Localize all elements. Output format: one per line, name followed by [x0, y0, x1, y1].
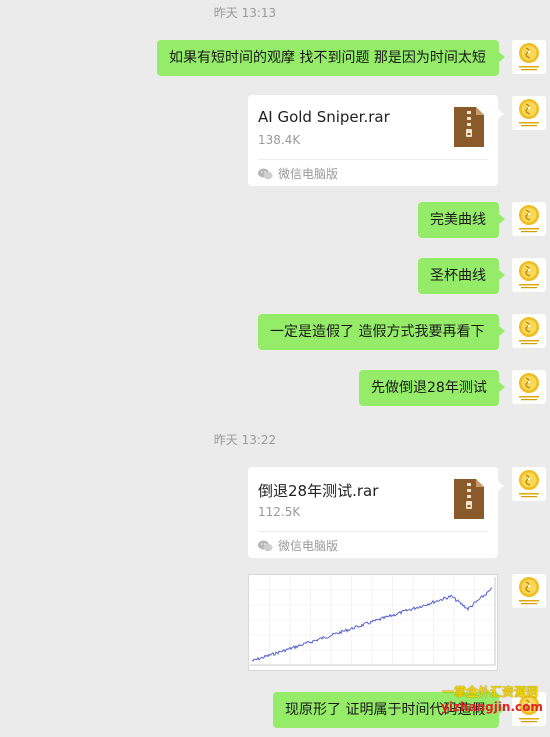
divider: [258, 159, 488, 160]
zip-file-icon: [454, 479, 484, 523]
message-text: 完美曲线: [430, 212, 486, 228]
file-size: 112.5K: [258, 505, 301, 519]
file-source-label: 微信电脑版: [278, 539, 339, 553]
wechat-icon: [258, 540, 273, 551]
avatar[interactable]: [512, 202, 546, 236]
file-message[interactable]: 倒退28年测试.rar 112.5K 微信电脑版: [248, 467, 504, 558]
file-source-label: 微信电脑版: [278, 167, 339, 181]
divider: [258, 531, 488, 532]
avatar[interactable]: [512, 40, 546, 74]
zip-file-icon: [454, 107, 484, 151]
chat-bubble-self[interactable]: 完美曲线: [418, 202, 505, 238]
chat-bubble-self[interactable]: 先做倒退28年测试: [359, 370, 505, 406]
image-message[interactable]: [248, 574, 498, 671]
chat-bubble-self[interactable]: 圣杯曲线: [418, 258, 505, 294]
avatar[interactable]: [512, 314, 546, 348]
message-text: 如果有短时间的观摩 找不到问题 那是因为时间太短: [169, 50, 486, 66]
chat-bubble-self[interactable]: 如果有短时间的观摩 找不到问题 那是因为时间太短: [157, 40, 505, 76]
message-text: 圣杯曲线: [430, 268, 486, 284]
timestamp: 昨天 13:13: [213, 6, 277, 20]
avatar[interactable]: [512, 258, 546, 292]
watermark-url: yizhangjin.com: [441, 700, 543, 714]
timestamp: 昨天 13:22: [213, 433, 277, 447]
message-text: 一定是造假了 造假方式我要再看下: [270, 324, 485, 340]
wechat-icon: [258, 168, 273, 179]
file-name: AI Gold Sniper.rar: [258, 108, 390, 126]
chat-bubble-self[interactable]: 一定是造假了 造假方式我要再看下: [258, 314, 505, 350]
file-message[interactable]: AI Gold Sniper.rar 138.4K 微信电脑版: [248, 95, 504, 186]
file-source: 微信电脑版: [258, 537, 338, 554]
avatar[interactable]: [512, 370, 546, 404]
message-text: 先做倒退28年测试: [371, 380, 487, 396]
avatar[interactable]: [512, 467, 546, 501]
watermark-text: 一掌金外汇资源网: [442, 685, 539, 699]
file-source: 微信电脑版: [258, 165, 338, 182]
avatar[interactable]: [512, 96, 546, 130]
avatar[interactable]: [512, 574, 546, 608]
file-size: 138.4K: [258, 133, 301, 147]
equity-curve-image: [249, 575, 497, 670]
file-name: 倒退28年测试.rar: [258, 482, 379, 500]
